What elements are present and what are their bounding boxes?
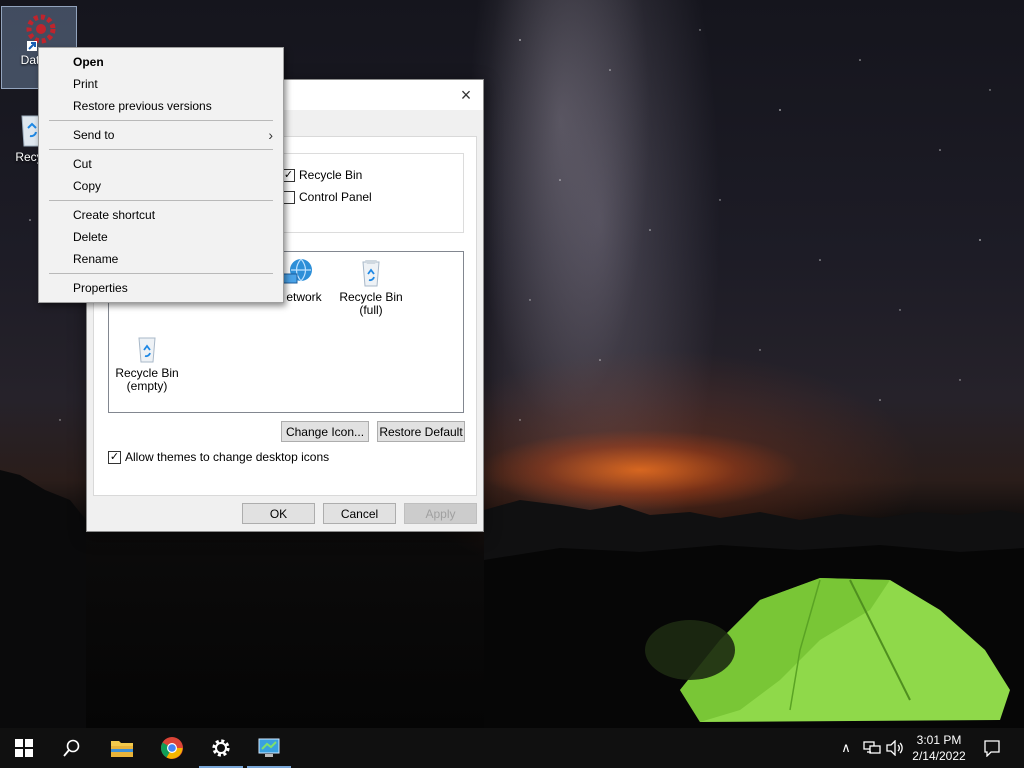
- action-center-button[interactable]: [978, 728, 1006, 768]
- context-menu: Open Print Restore previous versions Sen…: [38, 47, 284, 303]
- checkbox-control-panel[interactable]: Control Panel: [282, 190, 372, 204]
- checkbox-box[interactable]: ✓: [108, 450, 121, 464]
- checkbox-label: Allow themes to change desktop icons: [125, 450, 330, 464]
- tray-chevron[interactable]: ∧: [836, 728, 856, 768]
- ok-button[interactable]: OK: [242, 503, 315, 524]
- clock-time: 3:01 PM: [916, 733, 962, 747]
- checkbox-recycle-bin[interactable]: ✓ Recycle Bin: [282, 168, 362, 182]
- clock-date: 2/14/2022: [912, 749, 966, 763]
- taskbar-chrome[interactable]: [148, 728, 196, 768]
- taskbar-file-explorer[interactable]: [98, 728, 146, 768]
- menu-separator: [49, 200, 273, 201]
- menu-item-properties[interactable]: Properties: [39, 277, 283, 299]
- taskbar-settings[interactable]: [197, 728, 245, 768]
- checkbox-label: Recycle Bin: [299, 168, 363, 182]
- taskbar: ∧ 3:01 PM 2/14/2022: [0, 728, 1024, 768]
- list-item-recycle-bin-empty[interactable]: Recycle Bin (empty): [107, 332, 187, 393]
- menu-item-send-to[interactable]: Send to ›: [39, 124, 283, 146]
- restore-default-button[interactable]: Restore Default: [377, 421, 465, 442]
- menu-item-cut[interactable]: Cut: [39, 153, 283, 175]
- search-button[interactable]: [48, 728, 96, 768]
- apply-button[interactable]: Apply: [404, 503, 477, 524]
- close-icon[interactable]: ×: [455, 84, 477, 106]
- menu-separator: [49, 273, 273, 274]
- taskbar-clock[interactable]: 3:01 PM 2/14/2022: [900, 732, 978, 764]
- notification-icon: [984, 740, 1000, 757]
- menu-item-print[interactable]: Print: [39, 73, 283, 95]
- checkbox-allow-themes[interactable]: ✓ Allow themes to change desktop icons: [108, 450, 329, 464]
- menu-item-copy[interactable]: Copy: [39, 175, 283, 197]
- control-panel-icon: [258, 738, 280, 757]
- chevron-right-icon: ›: [268, 127, 273, 143]
- menu-item-delete[interactable]: Delete: [39, 226, 283, 248]
- menu-item-restore-previous-versions[interactable]: Restore previous versions: [39, 95, 283, 117]
- list-item-label: (empty): [126, 379, 168, 393]
- search-icon: [63, 739, 80, 757]
- menu-item-create-shortcut[interactable]: Create shortcut: [39, 204, 283, 226]
- cancel-button[interactable]: Cancel: [323, 503, 396, 524]
- list-item-label: (full): [359, 303, 383, 317]
- menu-item-open[interactable]: Open: [39, 51, 283, 73]
- chrome-icon: [161, 737, 183, 759]
- checkbox-label: Control Panel: [299, 190, 372, 204]
- menu-separator: [49, 120, 273, 121]
- menu-item-label: Send to: [73, 128, 115, 142]
- recycle-bin-empty-icon: [138, 337, 156, 363]
- menu-item-rename[interactable]: Rename: [39, 248, 283, 270]
- gear-app-icon: [26, 14, 56, 51]
- gear-icon: [212, 739, 230, 757]
- network-icon: [863, 741, 881, 754]
- list-item-recycle-bin-full[interactable]: Recycle Bin (full): [331, 256, 411, 317]
- tray-network[interactable]: [860, 728, 884, 768]
- menu-separator: [49, 149, 273, 150]
- start-button[interactable]: [0, 728, 48, 768]
- network-icon: [283, 258, 312, 284]
- windows-start-icon: [15, 739, 33, 757]
- file-explorer-icon: [111, 741, 133, 757]
- change-icon-button[interactable]: Change Icon...: [281, 421, 369, 442]
- recycle-bin-full-icon: [362, 260, 380, 287]
- taskbar-control-panel[interactable]: [245, 728, 293, 768]
